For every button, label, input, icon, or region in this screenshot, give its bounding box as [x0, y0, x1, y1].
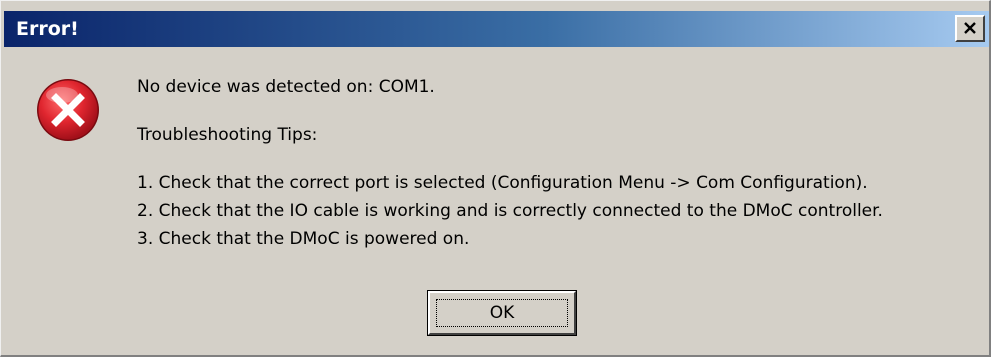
- title-bar[interactable]: Error!: [4, 11, 989, 47]
- message-body: No device was detected on: COM1. Trouble…: [137, 73, 883, 253]
- error-icon: [37, 79, 99, 141]
- close-button[interactable]: [955, 15, 985, 42]
- error-message: No device was detected on: COM1.: [137, 77, 435, 97]
- tip-item: 3. Check that the DMoC is powered on.: [137, 229, 470, 249]
- tip-item: 2. Check that the IO cable is working an…: [137, 201, 883, 221]
- close-icon: [964, 22, 976, 34]
- window-title: Error!: [16, 18, 79, 40]
- ok-button[interactable]: OK: [427, 290, 577, 336]
- tip-item: 1. Check that the correct port is select…: [137, 173, 868, 193]
- tips-heading: Troubleshooting Tips:: [137, 125, 318, 145]
- ok-button-label: OK: [436, 299, 568, 327]
- error-dialog: Error! No device was detected on: COM1. …: [0, 0, 991, 357]
